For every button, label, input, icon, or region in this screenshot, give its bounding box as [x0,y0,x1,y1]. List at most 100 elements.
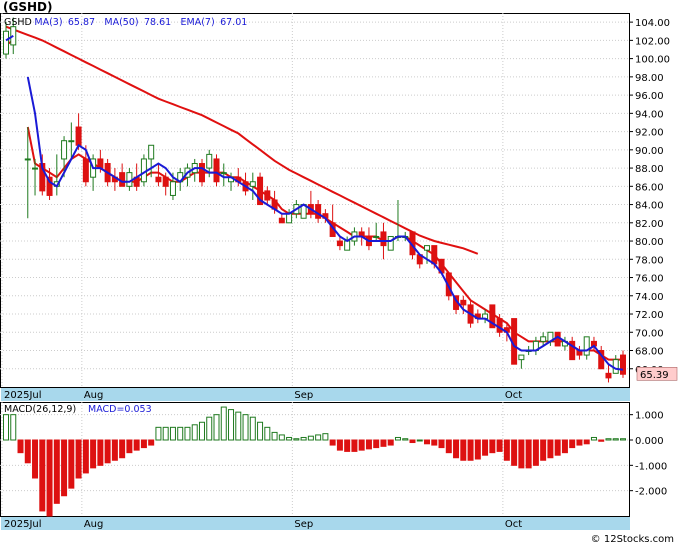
candle-body [315,204,322,219]
macd-bar [424,439,431,445]
price-ytick-label: 104.00 [635,18,670,29]
macd-bar [97,439,104,466]
price-legend-item: MA(50) [104,17,138,28]
macd-bar [561,439,568,454]
last-price-label: 65.39 [640,370,669,381]
macd-bar [583,439,590,445]
price-ytick-label: 100.00 [635,55,670,66]
candle-body [61,140,68,160]
macd-bar [351,439,358,452]
candle-body [213,158,220,183]
macd-bar [126,439,133,454]
price-ytick-label: 74.00 [635,292,664,303]
price-legend-item: EMA(7) [181,17,215,28]
price-ytick-label: 102.00 [635,36,670,47]
candle-body [424,245,431,251]
macd-ytick-label: 1.000 [635,411,664,422]
candle-body [75,126,82,146]
price-legend-item: 78.61 [144,17,171,28]
macd-bar [213,414,220,441]
macd-bar [235,411,242,441]
macd-bar [482,439,489,456]
macd-bar [32,439,39,479]
candle-body [198,163,205,183]
price-ytick-label: 78.00 [635,255,664,266]
candle-body [169,181,176,196]
macd-ytick-label: -1.000 [635,461,667,472]
macd-bar [257,421,264,441]
macd-bar [453,439,460,459]
macd-bar [503,439,510,461]
candle-body [220,172,227,175]
macd-bar [387,439,394,446]
candle-body [32,167,39,170]
candle-body [155,176,162,183]
macd-bar [75,439,82,479]
candle-body [554,331,561,347]
price-xtick-label: Aug [84,390,104,401]
candle-body [380,231,387,247]
macd-bar [402,438,409,441]
macd-bar [532,439,539,466]
macd-bar [24,439,31,464]
ma3-line [5,34,624,371]
macd-bar [155,426,162,441]
candle-body [373,235,380,238]
price-ytick-label: 96.00 [635,91,664,102]
macd-legend-value: MACD=0.053 [88,404,152,415]
price-ytick-label: 70.00 [635,328,664,339]
macd-bar [540,439,547,461]
macd-bar [576,439,583,446]
footer-credit: © 12Stocks.com [590,534,674,545]
candle-body [518,354,525,361]
macd-bar [554,439,561,456]
macd-bar [293,438,300,441]
macd-bar [315,434,322,441]
macd-bar [474,439,481,460]
macd-bar [605,438,612,441]
macd-bar [90,439,97,469]
macd-bar [489,439,496,454]
macd-bar [3,414,9,441]
macd-bar [264,426,271,441]
macd-bar [394,436,401,441]
candle-body [431,245,438,265]
macd-bar [148,439,155,446]
macd-bar [17,439,24,454]
macd-bar [612,438,619,441]
price-ytick-label: 80.00 [635,237,664,248]
candle-body [24,158,31,161]
candle-body [264,190,271,201]
macd-bar [206,416,213,441]
macd-bar [300,436,307,441]
candle-body [148,144,155,160]
macd-bar [162,426,169,441]
macd-bar [590,436,597,441]
macd-bar [249,416,256,441]
macd-bar [191,424,198,441]
macd-bar [104,439,111,464]
macd-bar [380,439,387,447]
macd-bar [286,436,293,441]
macd-bar [10,414,17,441]
price-xtick-label: 2025Jul [4,390,42,401]
macd-bar [336,439,343,451]
macd-bar [329,439,336,446]
macd-bar [220,406,227,441]
price-ytick-label: 68.00 [635,347,664,358]
candle-body [278,217,285,224]
candle-body [82,158,89,183]
candle-body [68,140,75,143]
candle-body [387,235,394,251]
macd-bar [525,439,532,469]
candle-body [97,158,104,169]
price-panel-frame [0,13,630,388]
macd-bar [598,439,605,442]
price-legend-item: MA(3) [34,17,62,28]
macd-bar [271,431,278,441]
price-legend-item: 65.87 [68,17,95,28]
ema7-line [5,39,623,361]
macd-bar [344,439,351,452]
macd-bar [445,439,452,454]
candle-body [162,176,169,187]
